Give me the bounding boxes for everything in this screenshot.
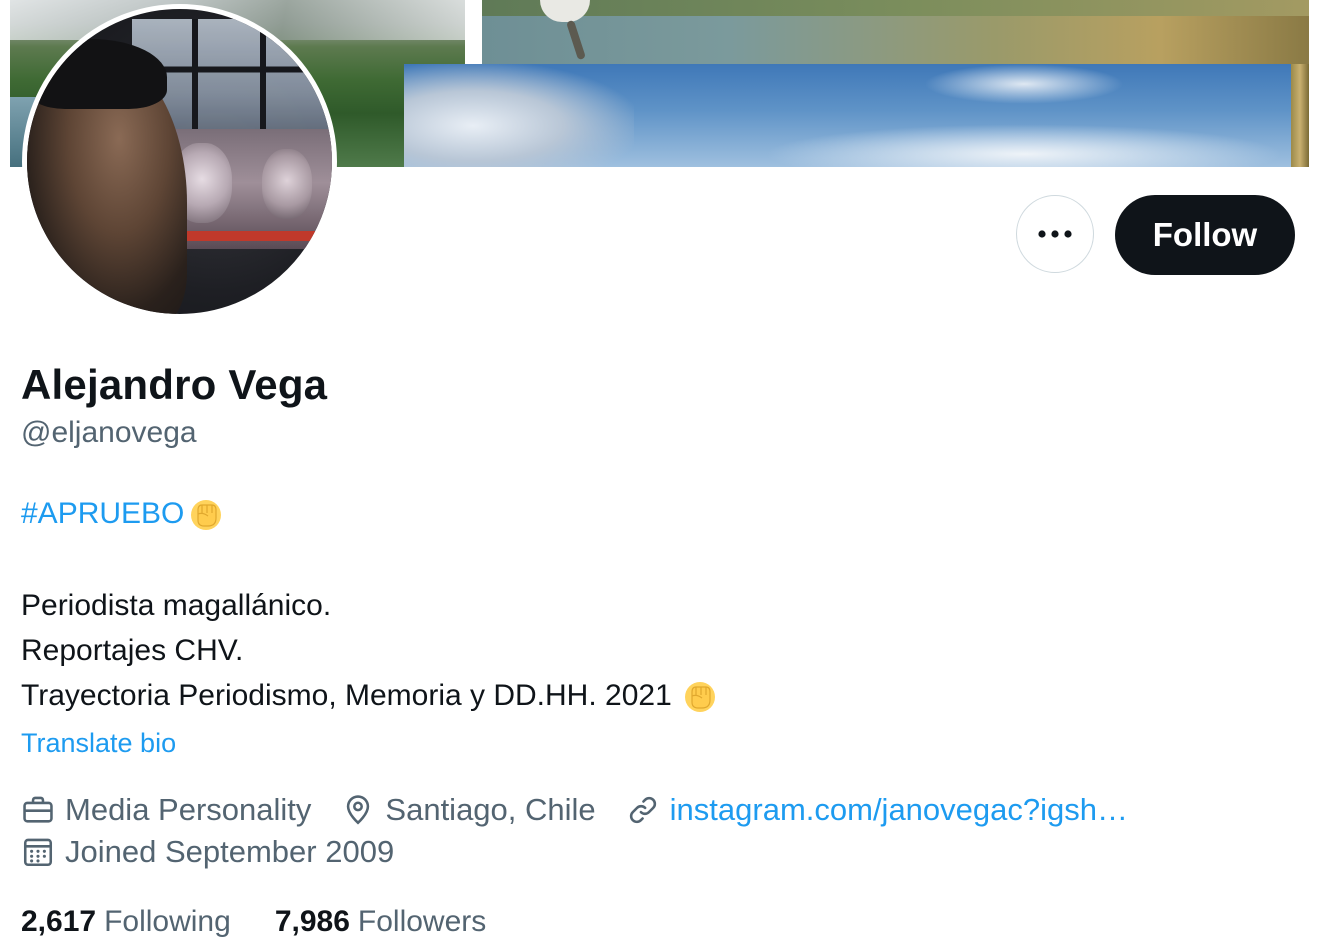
category-item: Media Personality [21,790,311,830]
raised-fist-emoji [684,681,715,712]
followers-label: Followers [357,905,487,938]
website-link[interactable]: instagram.com/janovegac?igsh… [670,790,1128,830]
bio-line: Periodista magallánico. [21,589,332,622]
bio-line: Reportajes CHV. [21,634,244,667]
briefcase-icon [23,796,53,823]
more-options-button[interactable] [1016,195,1094,273]
joined-item: Joined September 2009 [21,832,394,872]
follow-stats: 2,617 Following 7,986 Followers [21,903,530,941]
follow-button[interactable]: Follow [1115,195,1295,275]
hashtag-link[interactable]: #APRUEBO [21,495,184,533]
bio: Periodista magallánico. Reportajes CHV. … [21,583,718,718]
category-label: Media Personality [65,792,312,827]
bio-hashtag-line: #APRUEBO [21,495,224,533]
following-count: 2,617 [21,905,97,938]
website-item[interactable]: instagram.com/janovegac?igsh… [626,790,1128,830]
more-horizontal-icon [1038,230,1072,238]
joined-label: Joined September 2009 [65,834,395,869]
raised-fist-emoji [191,500,222,530]
bio-line-last: Trayectoria Periodismo, Memoria y DD.HH.… [21,673,718,718]
translate-bio-link[interactable]: Translate bio [21,726,176,760]
followers-count: 7,986 [274,905,350,938]
user-handle: @eljanovega [21,416,197,449]
location-label: Santiago, Chile [385,792,596,827]
avatar[interactable] [22,4,337,319]
followers-link[interactable]: 7,986 Followers [275,903,486,941]
display-name: Alejandro Vega [21,361,328,408]
following-label: Following [104,905,231,938]
profile-metadata: Media Personality Santiago, Chile instag… [21,790,1158,872]
banner-photo-lake [482,0,1309,64]
following-link[interactable]: 2,617 Following [21,903,231,941]
map-pin-icon [347,795,370,825]
location-item: Santiago, Chile [341,790,596,830]
link-icon [629,796,656,824]
banner-photo-sky [404,64,1291,167]
calendar-icon [23,838,53,867]
